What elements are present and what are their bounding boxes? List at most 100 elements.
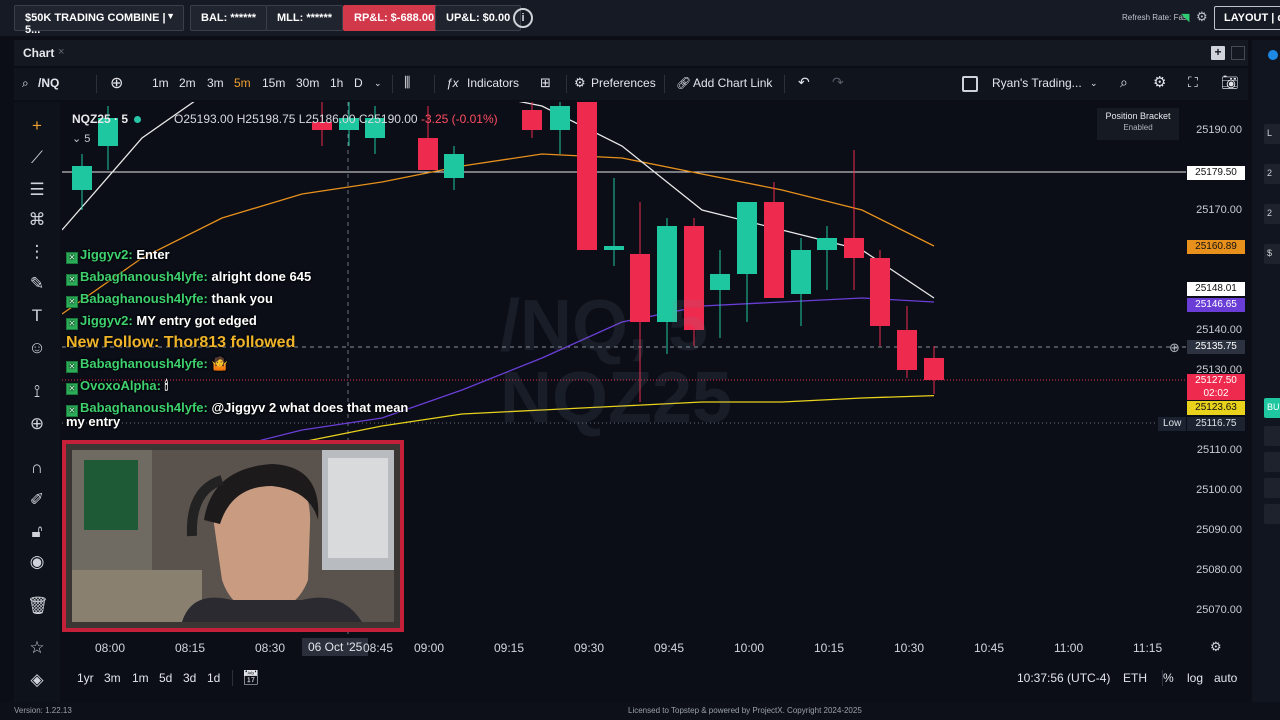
chat-text: alright done 645 [211, 269, 312, 284]
price-axis[interactable]: 25190.00 25170.00 25140.00 25130.00 2511… [1186, 102, 1248, 636]
eye-icon[interactable]: ◉ [27, 552, 47, 572]
mll-pill[interactable]: MLL: ****** [266, 5, 344, 31]
symbol-watermark: /NQ, 5 NQZ25 [500, 290, 732, 434]
candle-body [444, 154, 464, 178]
interval-d[interactable]: D [354, 76, 363, 90]
time-tick: 11:15 [1133, 641, 1163, 655]
side-tab[interactable]: $ [1264, 244, 1280, 264]
buy-button[interactable]: BU [1264, 398, 1280, 418]
interval-15m[interactable]: 15m [262, 76, 285, 90]
log-toggle[interactable]: log [1187, 671, 1203, 685]
preferences-button[interactable]: Preferences [591, 76, 656, 90]
range-1yr[interactable]: 1yr [77, 671, 94, 685]
add-symbol-icon[interactable]: ⊕ [110, 73, 123, 93]
chat-user: Babaghanoush4lyfe: [80, 269, 208, 284]
maximize-icon[interactable] [1231, 46, 1245, 60]
candle-body [550, 106, 570, 130]
crosshair-icon[interactable]: + [27, 116, 47, 136]
range-1m[interactable]: 1m [132, 671, 149, 685]
price-tick: 25110.00 [1196, 444, 1242, 456]
horizontal-lines-icon[interactable]: ☰ [27, 180, 47, 200]
trendline-icon[interactable]: ⟋ [27, 148, 47, 168]
zoom-in-icon[interactable]: ⊕ [27, 414, 47, 434]
side-tab[interactable]: 2 [1264, 164, 1280, 184]
chevron-down-icon[interactable]: ⌄ [374, 78, 382, 89]
range-3m[interactable]: 3m [104, 671, 121, 685]
side-tab[interactable] [1264, 452, 1280, 472]
range-5d[interactable]: 5d [159, 671, 172, 685]
add-panel-icon[interactable]: + [1211, 46, 1225, 60]
interval-3m[interactable]: 3m [207, 76, 224, 90]
gear-icon[interactable]: ⚙ [1196, 9, 1208, 25]
status-dot-icon [1268, 50, 1278, 60]
search-icon[interactable]: ⌕ [22, 76, 29, 91]
magnet-icon[interactable]: ∩ [27, 458, 47, 478]
layers-icon[interactable]: ◈ [27, 670, 47, 690]
template-selector[interactable]: Ryan's Trading... [992, 76, 1082, 90]
chevron-down-icon[interactable]: ⌄ [1090, 78, 1098, 89]
time-axis[interactable]: 08:00 08:15 08:30 06 Oct '25 08:45 09:00… [62, 636, 1248, 658]
info-icon[interactable]: i [513, 8, 533, 28]
interval-2m[interactable]: 2m [179, 76, 196, 90]
ruler-icon[interactable]: ⟟ [27, 382, 47, 402]
link-icon[interactable]: 🔗︎ [676, 76, 691, 90]
fullscreen-icon[interactable]: ⛶ [1188, 74, 1198, 91]
text-icon[interactable]: T [27, 306, 47, 326]
account-selector[interactable]: $50K TRADING COMBINE | 5... ▼ [14, 5, 184, 36]
redo-icon[interactable]: ↷ [832, 74, 844, 91]
interval-5m[interactable]: 5m [234, 76, 251, 90]
auto-toggle[interactable]: auto [1214, 671, 1237, 685]
brush-icon[interactable]: ✎ [27, 274, 47, 294]
purple-ma-label: 25146.65 [1187, 298, 1245, 312]
close-icon[interactable]: × [58, 46, 64, 58]
zoom-icon[interactable]: ⌕ [1120, 74, 1128, 91]
layout-button[interactable]: LAYOUT | de [1214, 6, 1280, 30]
range-1d[interactable]: 1d [207, 671, 220, 685]
position-bracket-badge[interactable]: Position Bracket Enabled [1097, 108, 1179, 140]
preferences-icon[interactable]: ⚙ [574, 75, 586, 91]
low-value: L25186.00 [298, 112, 356, 126]
interval-1m[interactable]: 1m [152, 76, 169, 90]
symbol-search[interactable]: /NQ [38, 76, 59, 90]
pattern-icon[interactable]: ⌘ [27, 210, 47, 230]
session-toggle[interactable]: ETH [1123, 671, 1147, 685]
lock-icon[interactable]: 🔓︎ [27, 522, 47, 542]
indicators-icon[interactable]: ƒx [446, 76, 459, 90]
position-bracket-title: Position Bracket [1105, 111, 1171, 121]
lock-drawing-icon[interactable]: ✐ [27, 490, 47, 510]
chat-text: Enter [136, 247, 170, 262]
side-tab[interactable] [1264, 478, 1280, 498]
candle-body [710, 274, 730, 290]
fib-icon[interactable]: ⋮ [27, 242, 47, 262]
indicators-button[interactable]: Indicators [467, 76, 519, 90]
side-tab[interactable] [1264, 426, 1280, 446]
trash-icon[interactable]: 🗑︎ [27, 596, 49, 616]
side-tab[interactable]: L [1264, 124, 1280, 144]
calendar-icon[interactable]: 📅︎ [242, 669, 260, 686]
camera-icon[interactable]: 📷︎ [1221, 74, 1239, 91]
unrealized-pnl-pill[interactable]: UP&L: $0.00 [435, 5, 522, 31]
watermark-line1: /NQ, 5 [500, 286, 709, 366]
add-chart-link-button[interactable]: Add Chart Link [693, 76, 772, 90]
legend-collapse[interactable]: ⌄ 5 [72, 132, 90, 145]
side-tab[interactable]: 2 [1264, 204, 1280, 224]
candle-body [924, 358, 944, 380]
grid-layout-icon[interactable]: ⊞ [540, 75, 551, 91]
realized-pnl-pill[interactable]: RP&L: $-688.00 [343, 5, 446, 31]
candle-type-icon[interactable]: ⫼ [404, 74, 410, 91]
range-3d[interactable]: 3d [183, 671, 196, 685]
axis-settings-icon[interactable]: ⚙ [1210, 639, 1222, 655]
emoji-icon[interactable]: ☺ [27, 338, 47, 358]
clock-display[interactable]: 10:37:56 (UTC-4) [1017, 671, 1110, 685]
percent-toggle[interactable]: % [1163, 671, 1174, 685]
right-panel-edge: L 2 2 $ BU [1252, 40, 1280, 702]
interval-1h[interactable]: 1h [330, 76, 343, 90]
settings-icon[interactable]: ⚙ [1153, 73, 1166, 91]
star-icon[interactable]: ☆ [27, 638, 47, 658]
interval-30m[interactable]: 30m [296, 76, 319, 90]
undo-icon[interactable]: ↶ [798, 74, 810, 91]
balance-pill[interactable]: BAL: ****** [190, 5, 268, 31]
side-tab[interactable] [1264, 504, 1280, 524]
template-checkbox[interactable] [962, 76, 978, 92]
add-order-icon[interactable]: ⊕ [1169, 340, 1180, 356]
